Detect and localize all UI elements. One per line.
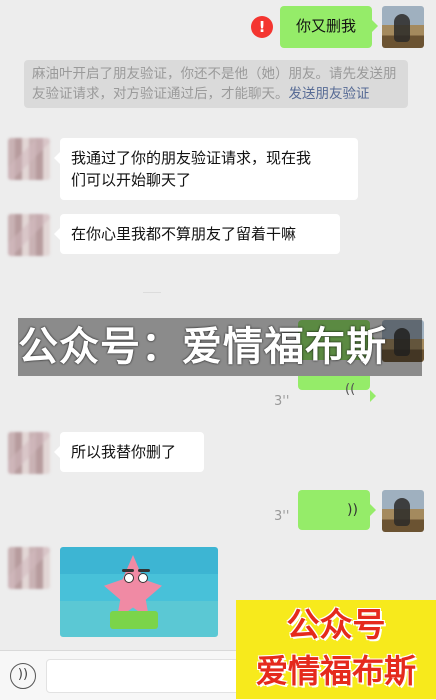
promo-line-2: 爱情福布斯	[255, 652, 416, 690]
send-failed-icon[interactable]: !	[251, 16, 273, 38]
contact-avatar[interactable]	[8, 432, 50, 474]
voice-message-bubble[interactable]: ((	[298, 490, 376, 530]
watermark-banner: 公众号：爱情福布斯	[18, 318, 422, 376]
contact-avatar[interactable]	[8, 214, 50, 256]
sticker-eye	[138, 573, 148, 583]
received-message-bubble[interactable]: 我通过了你的朋友验证请求，现在我 们可以开始聊天了	[54, 138, 358, 200]
message-input[interactable]	[46, 659, 242, 693]
watermark-text: 公众号：爱情福布斯	[18, 324, 387, 370]
patrick-star-sticker[interactable]	[60, 547, 218, 637]
promo-banner: 公众号 爱情福布斯	[236, 600, 436, 699]
received-message-line: 们可以开始聊天了	[71, 171, 192, 189]
sticker-brow	[122, 569, 134, 572]
my-avatar[interactable]	[382, 6, 424, 48]
voice-duration: 3''	[274, 509, 290, 524]
received-message-text: 在你心里我都不算朋友了留着干嘛	[71, 225, 297, 243]
voice-wave-icon: ((	[345, 382, 356, 397]
voice-toggle-icon[interactable]: ))	[10, 663, 36, 689]
contact-avatar[interactable]	[8, 138, 50, 180]
sticker-character	[104, 555, 162, 619]
sticker-brow	[138, 569, 150, 572]
sent-message-bubble[interactable]: 你又删我	[280, 6, 378, 48]
sticker-shorts	[110, 611, 158, 629]
received-message-line: 我通过了你的朋友验证请求，现在我	[71, 149, 312, 167]
friend-verification-notice: 麻油叶开启了朋友验证，你还不是他（她）朋友。请先发送朋友验证请求，对方验证通过后…	[24, 60, 408, 108]
received-message-bubble[interactable]: 在你心里我都不算朋友了留着干嘛	[54, 214, 340, 254]
voice-duration: 3''	[274, 394, 290, 409]
promo-line-1: 公众号	[286, 605, 386, 644]
send-verification-link[interactable]: 发送朋友验证	[289, 86, 370, 102]
sticker-eye	[124, 573, 134, 583]
received-message-bubble[interactable]: 所以我替你删了	[54, 432, 204, 472]
received-message-text: 所以我替你删了	[71, 443, 177, 461]
divider	[143, 292, 161, 293]
contact-avatar[interactable]	[8, 547, 50, 589]
my-avatar[interactable]	[382, 490, 424, 532]
voice-message-bubble[interactable]	[298, 376, 376, 402]
sent-message-text: 你又删我	[295, 17, 356, 35]
voice-wave-icon: ((	[347, 501, 358, 517]
